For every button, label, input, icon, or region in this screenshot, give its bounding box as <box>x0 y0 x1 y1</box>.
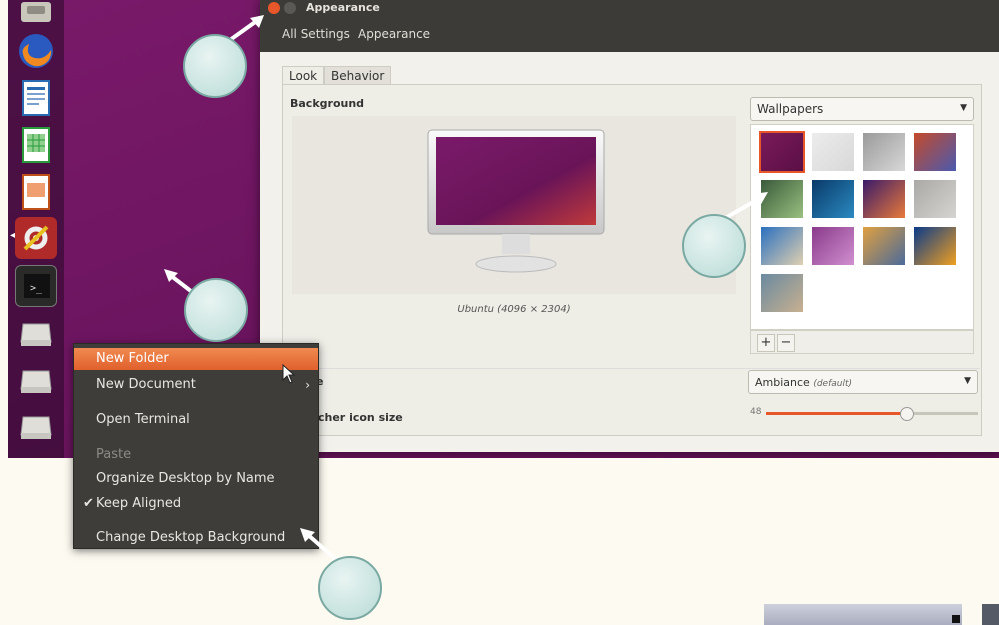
theme-value: Ambiance (default) <box>755 376 852 389</box>
wallpaper-toolbar: + − <box>750 330 974 354</box>
checkmark-icon: ✔ <box>83 496 94 511</box>
menu-item-open-terminal[interactable]: Open Terminal <box>74 409 318 431</box>
wallpaper-blue-orange-glow-thumbnail[interactable] <box>914 227 956 265</box>
terminal-icon[interactable]: >_ <box>15 265 57 307</box>
callout-marker <box>682 214 746 278</box>
slider-handle[interactable] <box>899 407 914 421</box>
menu-item-change-desktop-background[interactable]: Change Desktop Background <box>74 527 318 549</box>
taskbar-fragment <box>764 604 962 625</box>
taskbar-icon <box>952 615 960 623</box>
menu-item-label: Organize Desktop by Name <box>96 471 275 486</box>
title-bar: Appearance <box>260 0 999 18</box>
all-settings-button[interactable]: All Settings <box>282 27 350 41</box>
minimize-icon[interactable] <box>284 2 296 14</box>
wallpaper-red-blue-abstract-thumbnail[interactable] <box>914 133 956 171</box>
menu-item-label: New Document <box>96 377 196 392</box>
wallpaper-beach-sky-thumbnail[interactable] <box>761 227 803 265</box>
drive-icon[interactable] <box>15 405 57 447</box>
wallpaper-sunset-sea-thumbnail[interactable] <box>863 227 905 265</box>
theme-value-note: (default) <box>813 379 853 389</box>
wallpaper-ubuntu-default-thumbnail[interactable] <box>759 131 805 173</box>
menu-item-label: Paste <box>96 447 132 462</box>
callout-marker <box>183 34 247 98</box>
remove-wallpaper-button[interactable]: − <box>777 334 795 352</box>
impress-icon[interactable] <box>15 171 57 213</box>
unity-launcher: >_ <box>8 0 64 458</box>
slider-fill <box>766 412 906 415</box>
wallpaper-grey-stone-thumbnail[interactable] <box>863 133 905 171</box>
chevron-down-icon: ▼ <box>960 103 967 113</box>
mouse-cursor-icon <box>282 364 296 384</box>
menu-item-paste: Paste <box>74 444 318 466</box>
chevron-down-icon: ▼ <box>964 376 971 386</box>
wallpaper-pink-flowers-thumbnail[interactable] <box>812 227 854 265</box>
drive-icon[interactable] <box>15 312 57 354</box>
system-settings-icon[interactable] <box>15 217 57 259</box>
launcher-icon-size-label: cher icon size <box>318 411 403 424</box>
theme-value-text: Ambiance <box>755 376 810 389</box>
callout-marker <box>184 278 248 342</box>
launcher-icon-size-slider[interactable] <box>766 407 978 421</box>
menu-item-organize-desktop-by-name[interactable]: Organize Desktop by Name <box>74 468 318 490</box>
add-wallpaper-button[interactable]: + <box>757 334 775 352</box>
launcher-icon-size-value: 48 <box>750 407 762 417</box>
background-preview <box>292 116 736 294</box>
wallpaper-blue-water-thumbnail[interactable] <box>812 180 854 218</box>
appearance-window: Appearance All Settings Appearance Look … <box>260 0 999 452</box>
calc-icon[interactable] <box>15 124 57 166</box>
wallpaper-purple-night-thumbnail[interactable] <box>863 180 905 218</box>
background-label: Background <box>290 97 365 110</box>
wallpaper-light-grey-thumbnail[interactable] <box>812 133 854 171</box>
tab-look[interactable]: Look <box>282 66 325 86</box>
menu-item-keep-aligned[interactable]: ✔ Keep Aligned <box>74 493 318 515</box>
monitor-preview-icon <box>427 129 605 273</box>
wallpaper-grey-rocks-thumbnail[interactable] <box>914 180 956 218</box>
wallpaper-source-select[interactable]: Wallpapers ▼ <box>750 97 974 121</box>
menu-item-label: Keep Aligned <box>96 496 182 511</box>
menu-item-label: Change Desktop Background <box>96 530 286 545</box>
wallpaper-grid <box>750 124 974 330</box>
menu-item-label: Open Terminal <box>96 412 190 427</box>
wallpaper-caption: Ubuntu (4096 × 2304) <box>457 304 571 315</box>
wallpaper-dandelion-thumbnail[interactable] <box>761 274 803 312</box>
taskbar-icon <box>982 604 999 625</box>
callout-marker <box>318 556 382 620</box>
svg-text:>_: >_ <box>30 283 43 294</box>
tab-behavior[interactable]: Behavior <box>324 66 392 85</box>
window-title: Appearance <box>306 1 380 14</box>
wallpaper-source-value: Wallpapers <box>757 102 824 116</box>
breadcrumb: All Settings Appearance <box>260 18 999 52</box>
writer-icon[interactable] <box>15 77 57 119</box>
close-icon[interactable] <box>268 2 280 14</box>
breadcrumb-appearance[interactable]: Appearance <box>358 27 430 41</box>
launcher-active-arrow-icon: ◂ <box>10 230 16 241</box>
theme-select[interactable]: Ambiance (default) ▼ <box>748 370 978 394</box>
firefox-icon[interactable] <box>15 30 57 72</box>
submenu-arrow-icon: › <box>305 378 310 392</box>
drive-icon[interactable] <box>15 359 57 401</box>
menu-item-label: New Folder <box>96 351 169 366</box>
callout-arrow-icon <box>228 15 264 42</box>
